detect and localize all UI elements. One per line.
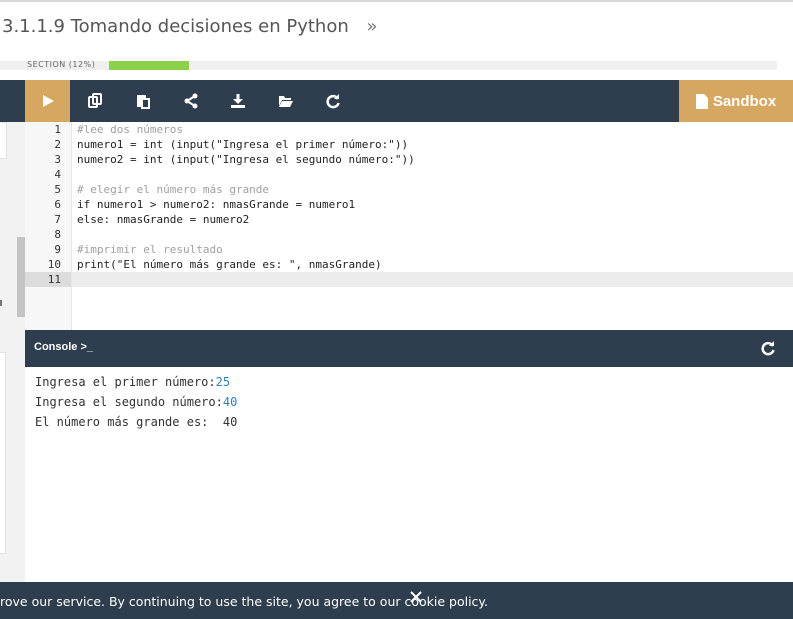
console-prompt: Ingresa el primer número: [35,375,216,389]
refresh-icon [326,94,340,109]
line-number: 8 [54,228,61,241]
download-icon [231,94,245,108]
next-chevron-icon[interactable]: » [366,16,377,37]
line-number: 7 [54,213,61,226]
page-title: 3.1.1.9 Tomando decisiones en Python » [2,16,378,37]
copy-button[interactable] [80,80,110,122]
copy-icon [88,93,102,108]
line-number: 3 [54,153,61,166]
active-line-highlight [72,272,793,287]
reset-button[interactable] [318,80,348,122]
code-line[interactable]: else: nmasGrande = numero2 [77,212,249,227]
left-panel-card-lower [0,352,6,554]
console-input-value: 25 [215,375,231,389]
paste-icon [137,95,150,109]
left-panel-marker [0,300,2,306]
line-number: 11 [47,273,61,286]
console-line: Ingresa el segundo número:40 [35,394,237,410]
top-divider [0,0,793,2]
sandbox-button[interactable]: Sandbox [679,80,793,122]
line-number: 2 [54,138,61,151]
left-panel-card [0,122,7,159]
paste-button[interactable] [128,80,158,122]
line-number: 4 [54,168,61,181]
console-prompt: Ingresa el segundo número: [35,395,223,409]
editor-toolbar [0,80,793,122]
code-line[interactable]: numero1 = int (input("Ingresa el primer … [77,137,408,152]
play-icon [42,95,54,107]
sandbox-label: Sandbox [712,92,777,110]
line-number: 10 [47,258,61,271]
close-icon[interactable] [408,589,426,607]
console-refresh-button[interactable] [760,340,778,358]
code-line[interactable]: print("El número más grande es: ", nmasG… [77,257,382,272]
file-icon [695,93,708,109]
section-progress-label: SECTION (12%) [27,60,96,69]
line-number: 9 [54,243,61,256]
code-line[interactable]: numero2 = int (input("Ingresa el segundo… [77,152,415,167]
page-title-text: 3.1.1.9 Tomando decisiones en Python [2,16,349,37]
console-line: El número más grande es: 40 [35,414,237,430]
left-scrollbar[interactable] [17,237,25,317]
line-number: 6 [54,198,61,211]
folder-open-icon [279,96,293,107]
console-result: El número más grande es: 40 [35,415,238,429]
open-button[interactable] [271,80,301,122]
section-progress-fill [109,61,189,70]
console-label: Console >_ [34,341,93,353]
code-line[interactable]: #lee dos números [77,122,183,137]
code-line[interactable]: # elegir el número más grande [77,182,269,197]
share-button[interactable] [176,80,206,122]
console-line: Ingresa el primer número:25 [35,374,230,390]
code-line[interactable]: if numero1 > numero2: nmasGrande = numer… [77,197,355,212]
console-header [25,330,793,367]
download-button[interactable] [223,80,253,122]
refresh-icon [761,341,775,356]
line-number: 1 [54,123,61,136]
run-button[interactable] [25,80,70,122]
console-input-value: 40 [222,395,238,409]
line-number: 5 [54,183,61,196]
share-icon [184,93,198,109]
code-line[interactable]: #imprimir el resultado [77,242,223,257]
